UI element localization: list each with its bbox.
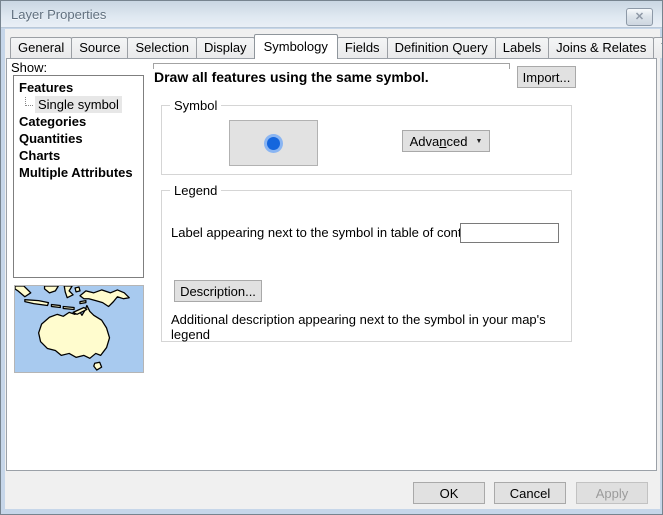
- symbology-tab-page: Show: Features Single symbol Categories …: [6, 58, 657, 471]
- show-item-multiple-attributes[interactable]: Multiple Attributes: [14, 164, 143, 181]
- tab-joins-relates[interactable]: Joins & Relates: [548, 37, 654, 58]
- show-tree: Features Single symbol Categories Quanti…: [13, 75, 144, 278]
- renderer-description: Draw all features using the same symbol.: [154, 69, 429, 85]
- tree-elbow-icon: [25, 97, 33, 106]
- tab-display[interactable]: Display: [196, 37, 255, 58]
- title-bar[interactable]: Layer Properties ✕: [1, 1, 662, 28]
- tab-labels[interactable]: Labels: [495, 37, 549, 58]
- legend-group: Legend Label appearing next to the symbo…: [161, 190, 572, 342]
- show-label: Show:: [11, 60, 47, 75]
- dialog-body: General Source Selection Display Symbolo…: [5, 29, 660, 509]
- legend-group-title: Legend: [170, 183, 221, 198]
- apply-button[interactable]: Apply: [576, 482, 648, 504]
- ok-button[interactable]: OK: [413, 482, 485, 504]
- show-item-features[interactable]: Features: [14, 79, 143, 96]
- chevron-down-icon: ▼: [475, 138, 482, 145]
- window-title: Layer Properties: [11, 1, 106, 28]
- symbol-group: Symbol Advanced ▼: [161, 105, 572, 175]
- cancel-button[interactable]: Cancel: [494, 482, 566, 504]
- close-icon[interactable]: ✕: [626, 8, 653, 26]
- legend-label-input[interactable]: [460, 223, 559, 243]
- legend-additional-text: Additional description appearing next to…: [171, 312, 571, 342]
- tab-definition-query[interactable]: Definition Query: [387, 37, 496, 58]
- advanced-label: Advanced: [410, 134, 468, 149]
- map-preview: [14, 285, 144, 373]
- show-item-single-symbol[interactable]: Single symbol: [14, 96, 143, 113]
- description-button[interactable]: Description...: [174, 280, 262, 302]
- tab-strip: General Source Selection Display Symbolo…: [10, 34, 663, 58]
- tab-fields[interactable]: Fields: [337, 37, 388, 58]
- symbol-preview-button[interactable]: [229, 120, 318, 166]
- symbol-group-title: Symbol: [170, 98, 221, 113]
- show-item-charts[interactable]: Charts: [14, 147, 143, 164]
- advanced-dropdown-button[interactable]: Advanced ▼: [402, 130, 490, 152]
- layer-properties-dialog: Layer Properties ✕ General Source Select…: [0, 0, 663, 515]
- tab-time[interactable]: Time: [653, 37, 663, 58]
- tab-source[interactable]: Source: [71, 37, 128, 58]
- show-item-categories[interactable]: Categories: [14, 113, 143, 130]
- show-item-quantities[interactable]: Quantities: [14, 130, 143, 147]
- point-symbol-icon: [264, 134, 283, 153]
- tab-general[interactable]: General: [10, 37, 72, 58]
- legend-label-text: Label appearing next to the symbol in ta…: [171, 225, 490, 240]
- tab-symbology[interactable]: Symbology: [254, 34, 338, 59]
- tab-selection[interactable]: Selection: [127, 37, 196, 58]
- import-button[interactable]: Import...: [517, 66, 576, 88]
